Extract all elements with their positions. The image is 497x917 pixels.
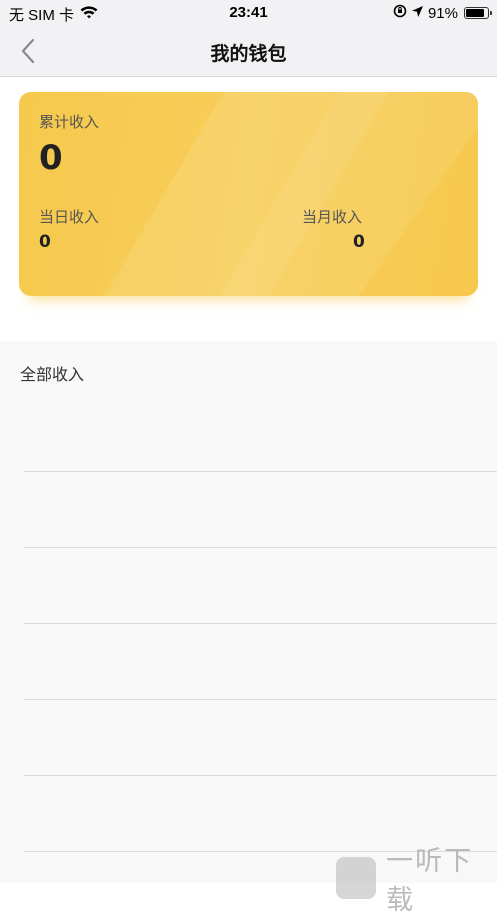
list-item xyxy=(24,472,497,548)
list-item xyxy=(24,700,497,776)
today-income-value: 0 xyxy=(39,232,51,252)
nav-bar: 我的钱包 xyxy=(0,26,497,77)
status-right: 91% xyxy=(393,4,492,22)
month-income-value: 0 xyxy=(353,232,365,252)
watermark-text: 一听下载 xyxy=(386,846,474,916)
orientation-lock-icon xyxy=(393,4,407,22)
list-item xyxy=(24,624,497,700)
month-income-label: 当月收入 xyxy=(302,208,363,226)
total-income-value: 0 xyxy=(39,138,63,178)
battery-level xyxy=(466,9,484,17)
list-item xyxy=(24,548,497,624)
section-title: 全部收入 xyxy=(20,365,85,384)
watermark-logo-icon xyxy=(336,857,377,899)
wallet-summary-card: 累计收入 0 当日收入 0 当月收入 0 xyxy=(19,92,478,296)
list-item xyxy=(24,396,497,472)
today-income-label: 当日收入 xyxy=(39,208,100,226)
all-income-section: 全部收入 xyxy=(0,341,497,883)
watermark: 一听下载 xyxy=(336,839,497,917)
location-arrow-icon xyxy=(411,5,424,22)
page-title: 我的钱包 xyxy=(210,43,287,65)
status-bar: 无 SIM 卡 23:41 91% xyxy=(0,0,497,26)
battery-icon xyxy=(464,7,492,19)
battery-percent: 91% xyxy=(427,4,458,22)
total-income-label: 累计收入 xyxy=(39,113,100,131)
